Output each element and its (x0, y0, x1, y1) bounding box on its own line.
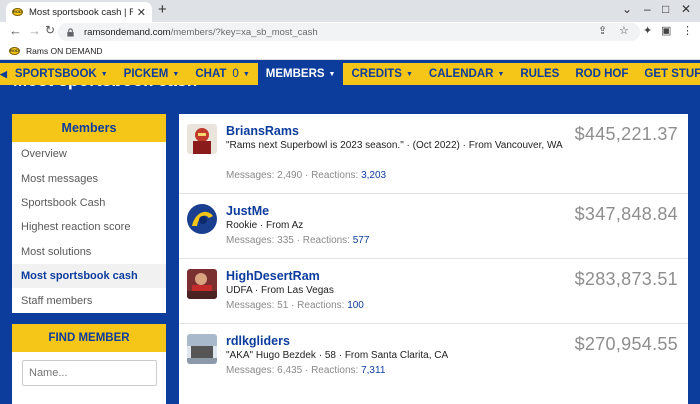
member-name[interactable]: HighDesertRam (226, 269, 320, 283)
sidebar-item-most-solutions[interactable]: Most solutions (12, 240, 166, 264)
sidebar-item-most-messages[interactable]: Most messages (12, 166, 166, 190)
maximize-icon[interactable]: □ (662, 2, 669, 16)
lock-icon (67, 27, 74, 37)
url-host: ramsondemand.com (84, 26, 171, 38)
browser-tab-strip: ROD Most sportsbook cash | Rams ON DEMAN… (0, 0, 700, 22)
forward-icon[interactable]: → (28, 23, 41, 38)
chevron-down-icon: ▼ (405, 70, 413, 78)
browser-toolbar: ← → ↻ ramsondemand.com/members/?key=xa_s… (0, 22, 700, 42)
home-icon[interactable]: ◀ (0, 69, 7, 80)
site-nav: ◀ SPORTSBOOK ▼ PICKEM ▼ CHAT 0 ▼ MEMBERS ▼ CR… (0, 63, 700, 85)
sportsbook-cash: $347,848.84 (574, 204, 678, 224)
sidebar-title: Members (12, 114, 166, 142)
bookmark-rams-on-demand[interactable]: Rams ON DEMAND (26, 46, 103, 56)
nav-credits[interactable]: CREDITS ▼ (343, 63, 420, 85)
find-member-panel: FIND MEMBER (12, 324, 166, 404)
back-icon[interactable]: ← (9, 23, 22, 38)
tab-title: Most sportsbook cash | Rams ON DEMAND (29, 6, 133, 18)
nav-calendar[interactable]: CALENDAR ▼ (421, 63, 512, 85)
chevron-down-icon: ▼ (172, 70, 180, 78)
member-blurb: Rookie · From Az (226, 220, 304, 231)
nav-get-stuff[interactable]: GET STUFF (636, 63, 700, 85)
member-stats: Messages: 51 · Reactions: 100 (226, 300, 364, 311)
minimize-icon[interactable]: – (644, 2, 651, 16)
find-member-title: FIND MEMBER (12, 324, 166, 352)
extensions-icon[interactable]: ✦ (643, 24, 652, 37)
side-panel-icon[interactable]: ▣ (661, 24, 671, 37)
tab-close-icon[interactable]: ✕ (137, 6, 146, 19)
member-blurb: UDFA · From Las Vegas (226, 285, 334, 296)
bookmark-favicon-icon: ROD (9, 46, 20, 55)
member-name[interactable]: JustMe (226, 204, 269, 218)
nav-members[interactable]: MEMBERS ▼ (257, 63, 344, 85)
bookmark-star-icon[interactable]: ☆ (619, 24, 629, 37)
sidebar-item-most-sportsbook-cash[interactable]: Most sportsbook cash (12, 263, 166, 289)
address-bar[interactable]: ramsondemand.com/members/?key=xa_sb_most… (58, 23, 640, 41)
nav-pickem[interactable]: PICKEM ▼ (116, 63, 188, 85)
member-blurb: "Rams next Superbowl is 2023 season." · … (226, 140, 563, 151)
list-item: rdlkgliders "AKA" Hugo Bezdek · 58 · Fro… (179, 324, 688, 404)
member-name[interactable]: BriansRams (226, 124, 299, 138)
avatar[interactable] (187, 124, 217, 154)
member-stats: Messages: 335 · Reactions: 577 (226, 235, 370, 246)
tab-search-icon[interactable]: ⌄ (622, 2, 632, 16)
reload-icon[interactable]: ↻ (45, 23, 55, 37)
share-icon[interactable]: ⇪ (598, 24, 607, 37)
close-window-icon[interactable]: ✕ (681, 2, 691, 16)
list-item: HighDesertRam UDFA · From Las Vegas Mess… (179, 259, 688, 324)
browser-menu-icon[interactable]: ⋮ (682, 24, 693, 37)
sidebar-item-highest-reaction-score[interactable]: Highest reaction score (12, 215, 166, 239)
list-item: BriansRams "Rams next Superbowl is 2023 … (179, 114, 688, 194)
chat-count-badge: 0 (232, 68, 239, 80)
member-name[interactable]: rdlkgliders (226, 334, 290, 348)
new-tab-icon[interactable]: + (158, 1, 167, 18)
chevron-down-icon: ▼ (497, 70, 505, 78)
list-item: JustMe Rookie · From Az Messages: 335 · … (179, 194, 688, 259)
sidebar-item-staff-members[interactable]: Staff members (12, 288, 166, 312)
nav-rod-hof[interactable]: ROD HOF (567, 63, 636, 85)
member-stats: Messages: 2,490 · Reactions: 3,203 (226, 170, 387, 181)
chevron-down-icon: ▼ (328, 70, 336, 78)
bookmarks-bar: ROD Rams ON DEMAND (0, 42, 700, 60)
browser-tab[interactable]: ROD Most sportsbook cash | Rams ON DEMAN… (6, 2, 152, 22)
url-path: /members/?key=xa_sb_most_cash (170, 26, 318, 38)
avatar[interactable] (187, 269, 217, 299)
site-favicon-icon: ROD (12, 8, 23, 16)
member-blurb: "AKA" Hugo Bezdek · 58 · From Santa Clar… (226, 350, 449, 361)
member-list: BriansRams "Rams next Superbowl is 2023 … (179, 114, 688, 404)
nav-sportsbook[interactable]: SPORTSBOOK ▼ (7, 63, 116, 85)
chevron-down-icon: ▼ (100, 70, 108, 78)
nav-chat[interactable]: CHAT 0 ▼ (187, 63, 257, 85)
nav-rules[interactable]: RULES (512, 63, 567, 85)
sportsbook-cash: $283,873.51 (574, 269, 678, 289)
member-name-input[interactable] (22, 360, 157, 386)
avatar[interactable] (187, 334, 217, 364)
members-sidebar: Members Overview Most messages Sportsboo… (12, 114, 166, 313)
sidebar-item-sportsbook-cash[interactable]: Sportsbook Cash (12, 191, 166, 215)
chevron-down-icon: ▼ (242, 70, 250, 78)
sidebar-item-overview[interactable]: Overview (12, 142, 166, 166)
sportsbook-cash: $445,221.37 (574, 124, 678, 144)
sportsbook-cash: $270,954.55 (574, 334, 678, 354)
member-stats: Messages: 6,435 · Reactions: 7,311 (226, 365, 386, 376)
avatar[interactable] (187, 204, 217, 234)
